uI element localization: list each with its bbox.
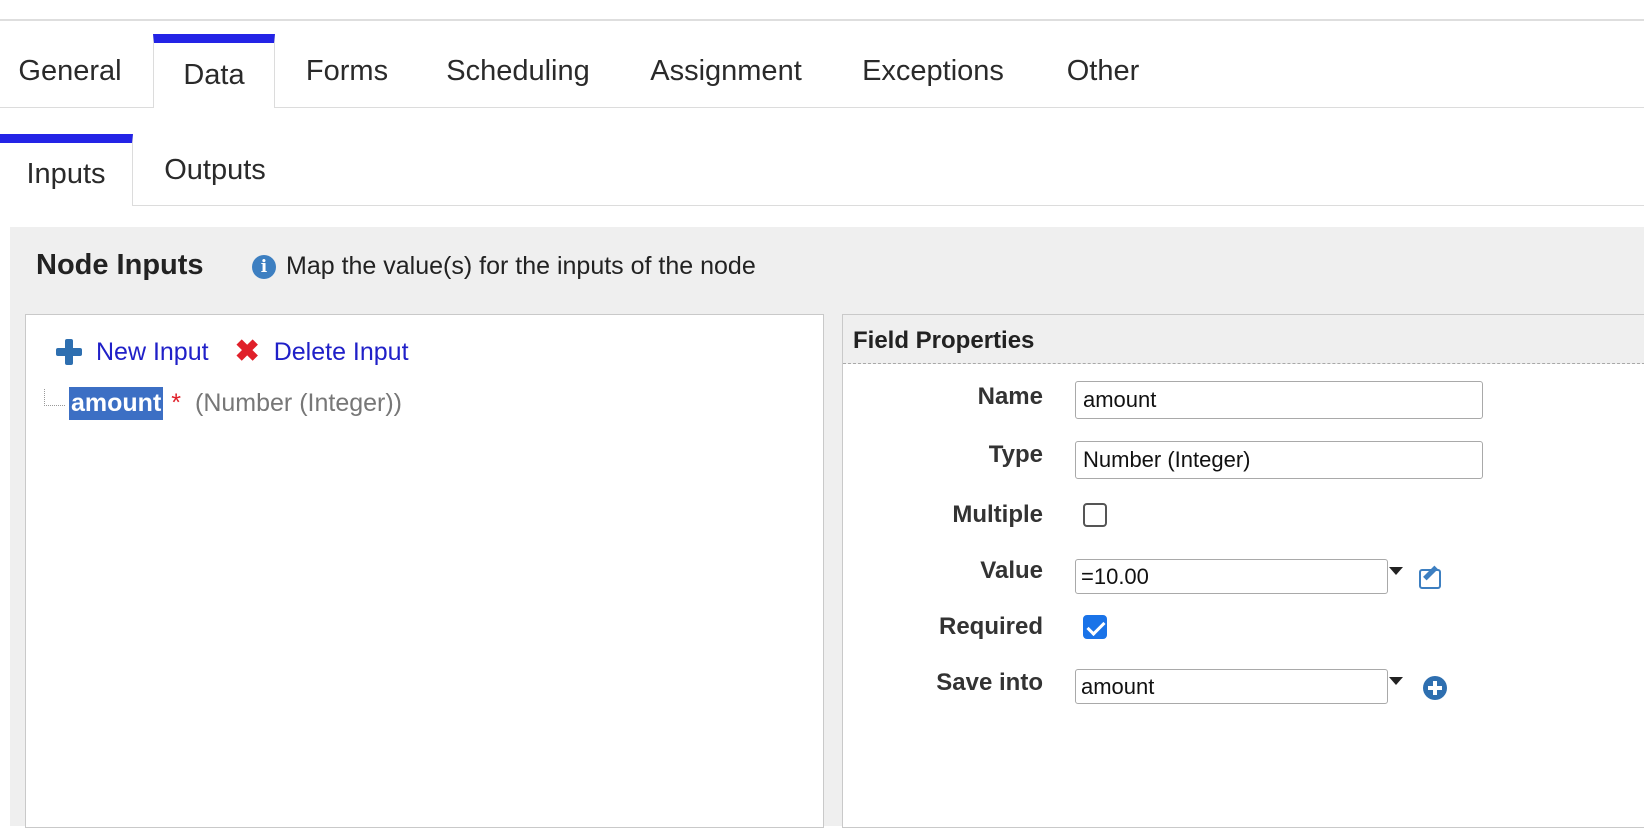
delete-x-icon: ✖ xyxy=(234,335,260,368)
new-input-button[interactable]: New Input xyxy=(56,338,209,367)
tree-item-name[interactable]: amount xyxy=(69,387,164,420)
tree-connector xyxy=(44,389,65,406)
tab-assignment[interactable]: Assignment xyxy=(646,34,806,108)
edit-expression-icon[interactable] xyxy=(1419,569,1441,589)
field-properties-box: Field Properties Name amount Type Number… xyxy=(842,314,1644,828)
field-properties-title: Field Properties xyxy=(853,327,1035,354)
panel-hint-text: Map the value(s) for the inputs of the n… xyxy=(286,252,756,280)
tab-forms[interactable]: Forms xyxy=(298,34,396,108)
subtab-outputs[interactable]: Outputs xyxy=(150,134,280,206)
required-marker: * xyxy=(171,389,182,417)
value-dropdown-caret[interactable] xyxy=(1389,567,1403,575)
sub-tabs: Inputs Outputs xyxy=(0,134,1644,206)
inputs-toolbar: New Input ✖ Delete Input xyxy=(56,337,435,367)
delete-input-label: Delete Input xyxy=(273,337,409,366)
type-label: Type xyxy=(988,441,1043,468)
tab-data[interactable]: Data xyxy=(153,34,275,108)
plus-icon xyxy=(56,339,82,365)
inputs-tree-box: New Input ✖ Delete Input amount * (Numbe… xyxy=(25,314,824,828)
save-into-field[interactable]: amount xyxy=(1075,669,1388,704)
name-field[interactable]: amount xyxy=(1075,381,1483,419)
panel-title: Node Inputs xyxy=(36,249,204,281)
required-label: Required xyxy=(938,613,1043,640)
type-field[interactable]: Number (Integer) xyxy=(1075,441,1483,479)
delete-input-button[interactable]: ✖ Delete Input xyxy=(235,337,409,367)
node-inputs-panel: Node Inputs i Map the value(s) for the i… xyxy=(10,227,1644,828)
tab-general[interactable]: General xyxy=(0,34,140,108)
subtab-inputs[interactable]: Inputs xyxy=(0,134,133,206)
required-checkbox[interactable] xyxy=(1083,615,1107,639)
new-input-label: New Input xyxy=(96,337,209,366)
add-variable-icon[interactable] xyxy=(1423,676,1447,700)
tab-other[interactable]: Other xyxy=(1058,34,1148,108)
name-label: Name xyxy=(977,383,1043,410)
save-into-label: Save into xyxy=(936,669,1043,696)
value-label: Value xyxy=(980,557,1043,584)
multiple-label: Multiple xyxy=(952,501,1043,528)
panel-hint: i Map the value(s) for the inputs of the… xyxy=(252,252,756,281)
field-properties-header: Field Properties xyxy=(843,315,1644,364)
top-divider xyxy=(0,19,1644,21)
info-icon: i xyxy=(252,254,276,279)
value-field[interactable]: =10.00 xyxy=(1075,559,1388,594)
main-tabs: General Data Forms Scheduling Assignment… xyxy=(0,34,1644,108)
save-into-dropdown-caret[interactable] xyxy=(1389,677,1403,685)
tab-scheduling[interactable]: Scheduling xyxy=(440,34,596,108)
tree-item-type: (Number (Integer)) xyxy=(195,389,403,417)
tab-exceptions[interactable]: Exceptions xyxy=(860,34,1006,108)
multiple-checkbox[interactable] xyxy=(1083,503,1107,527)
tree-item[interactable]: amount * (Number (Integer)) xyxy=(44,387,402,420)
